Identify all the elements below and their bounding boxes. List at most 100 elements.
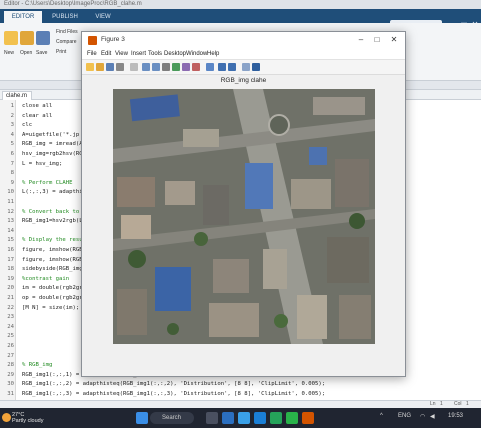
task-view-icon[interactable] bbox=[206, 412, 218, 424]
weather-widget[interactable]: 27°C Partly cloudy bbox=[12, 412, 44, 424]
line-number: 26 bbox=[7, 343, 14, 349]
figure-toolbar bbox=[82, 60, 405, 75]
hide-plot-tools-icon[interactable] bbox=[242, 63, 250, 71]
line-number: 14 bbox=[7, 227, 14, 234]
volume-icon[interactable]: ◀ bbox=[430, 413, 435, 420]
brush-icon[interactable] bbox=[192, 63, 200, 71]
axes-title: RGB_img clahe bbox=[220, 77, 267, 84]
menu-window[interactable]: Window bbox=[186, 50, 207, 59]
edit-plot-icon[interactable] bbox=[130, 63, 138, 71]
line-number: 25 bbox=[7, 333, 14, 340]
code-text: op = double(rgb2gra bbox=[22, 295, 86, 301]
clock[interactable]: 19:53 bbox=[448, 413, 463, 419]
chrome-icon[interactable] bbox=[270, 412, 282, 424]
menu-tools[interactable]: Tools bbox=[148, 50, 162, 59]
line-number: 15 bbox=[7, 237, 14, 244]
line-label: Ln bbox=[430, 401, 436, 407]
menu-desktop[interactable]: Desktop bbox=[164, 50, 186, 59]
menu-insert[interactable]: Insert bbox=[131, 50, 146, 59]
figure-menu-bar: File Edit View Insert Tools Desktop Wind… bbox=[82, 49, 405, 60]
line-number: 7 bbox=[10, 160, 14, 167]
store-icon[interactable] bbox=[254, 412, 266, 424]
taskbar-search-box[interactable]: Search bbox=[150, 412, 194, 424]
link-plot-icon[interactable] bbox=[206, 63, 214, 71]
pan-icon[interactable] bbox=[162, 63, 170, 71]
figure-title-bar[interactable]: Figure 3 – □ ✕ bbox=[82, 32, 405, 49]
file-explorer-icon[interactable] bbox=[222, 412, 234, 424]
whatsapp-icon[interactable] bbox=[286, 412, 298, 424]
matlab-taskbar-icon[interactable] bbox=[302, 412, 314, 424]
zoom-in-icon[interactable] bbox=[142, 63, 150, 71]
code-text: RGB_img1=hsv2rgb(L bbox=[22, 218, 83, 225]
code-text: im = double(rgb2gra bbox=[22, 285, 86, 292]
tray-chevron-icon[interactable]: ^ bbox=[380, 413, 383, 419]
line-number: 16 bbox=[7, 247, 14, 253]
windows-start-icon[interactable] bbox=[136, 412, 148, 424]
new-figure-icon[interactable] bbox=[86, 63, 94, 71]
line-number: 9 bbox=[10, 179, 14, 186]
line-number: 10 bbox=[7, 189, 14, 196]
line-number: 24 bbox=[7, 323, 14, 330]
edge-browser-icon[interactable] bbox=[238, 412, 250, 424]
new-label: New bbox=[4, 50, 15, 56]
open-file-icon[interactable] bbox=[96, 63, 104, 71]
line-value: 1 bbox=[440, 401, 443, 407]
code-text: %contrast gain bbox=[22, 275, 70, 282]
save-label: Save bbox=[36, 50, 48, 56]
insert-legend-icon[interactable] bbox=[228, 63, 236, 71]
wifi-icon[interactable]: ◠ bbox=[420, 413, 425, 420]
col-value: 1 bbox=[466, 401, 469, 407]
menu-view[interactable]: View bbox=[115, 50, 128, 59]
code-text: clc bbox=[22, 122, 33, 129]
code-text: clear all bbox=[22, 112, 53, 119]
weather-icon[interactable] bbox=[2, 413, 11, 422]
menu-file[interactable]: File bbox=[87, 50, 97, 59]
zoom-out-icon[interactable] bbox=[152, 63, 160, 71]
show-plot-tools-icon[interactable] bbox=[252, 63, 260, 71]
data-cursor-icon[interactable] bbox=[182, 63, 190, 71]
insert-colorbar-icon[interactable] bbox=[218, 63, 226, 71]
matlab-title-text: Editor - C:\Users\Desktop\ImageProc\RGB_… bbox=[4, 1, 142, 7]
line-number: 23 bbox=[7, 314, 14, 321]
line-number: 12 bbox=[7, 208, 14, 215]
code-text: close all bbox=[22, 103, 53, 109]
save-figure-icon[interactable] bbox=[106, 63, 114, 71]
weather-desc: Partly cloudy bbox=[12, 418, 44, 424]
matlab-logo-icon bbox=[88, 36, 97, 45]
tab-editor[interactable]: EDITOR bbox=[4, 11, 42, 23]
compare-button[interactable]: Compare bbox=[56, 39, 77, 45]
open-folder-icon[interactable] bbox=[20, 31, 34, 45]
code-text: % Convert back to bbox=[22, 208, 80, 215]
line-number: 6 bbox=[10, 151, 14, 157]
file-tab-clahe[interactable]: clahe.m bbox=[2, 91, 32, 100]
line-number: 21 bbox=[7, 295, 14, 301]
figure-maximize-button[interactable]: □ bbox=[370, 34, 384, 46]
figure-minimize-button[interactable]: – bbox=[354, 34, 368, 46]
menu-edit[interactable]: Edit bbox=[101, 50, 111, 59]
line-number: 13 bbox=[7, 218, 14, 225]
tab-view[interactable]: VIEW bbox=[88, 11, 118, 23]
print-button[interactable]: Print bbox=[56, 49, 66, 55]
menu-help[interactable]: Help bbox=[207, 50, 219, 59]
figure-close-button[interactable]: ✕ bbox=[387, 34, 401, 46]
line-number: 1 bbox=[10, 103, 14, 109]
print-figure-icon[interactable] bbox=[116, 63, 124, 71]
figure-title: Figure 3 bbox=[101, 36, 125, 43]
find-files-button[interactable]: Find Files bbox=[56, 29, 78, 35]
new-file-icon[interactable] bbox=[4, 31, 18, 45]
line-number: 27 bbox=[7, 352, 14, 359]
col-label: Col bbox=[454, 401, 462, 407]
language-indicator[interactable]: ENG bbox=[398, 413, 411, 419]
code-text: A=uigetfile('*.jp bbox=[22, 131, 80, 138]
tab-publish[interactable]: PUBLISH bbox=[46, 11, 84, 23]
code-text: L(:,:,3) = adapthis bbox=[22, 189, 86, 196]
line-number: 5 bbox=[10, 141, 14, 148]
aerial-image-display bbox=[113, 89, 375, 344]
aerial-city-image bbox=[113, 89, 375, 344]
code-text: RGB_img = imread(A bbox=[22, 141, 83, 148]
line-number: 11 bbox=[7, 199, 14, 205]
save-icon[interactable] bbox=[36, 31, 50, 45]
rotate-3d-icon[interactable] bbox=[172, 63, 180, 71]
code-text: figure, imshow(RGB bbox=[22, 256, 83, 263]
figure-window[interactable]: Figure 3 – □ ✕ File Edit View Insert Too… bbox=[81, 31, 406, 377]
